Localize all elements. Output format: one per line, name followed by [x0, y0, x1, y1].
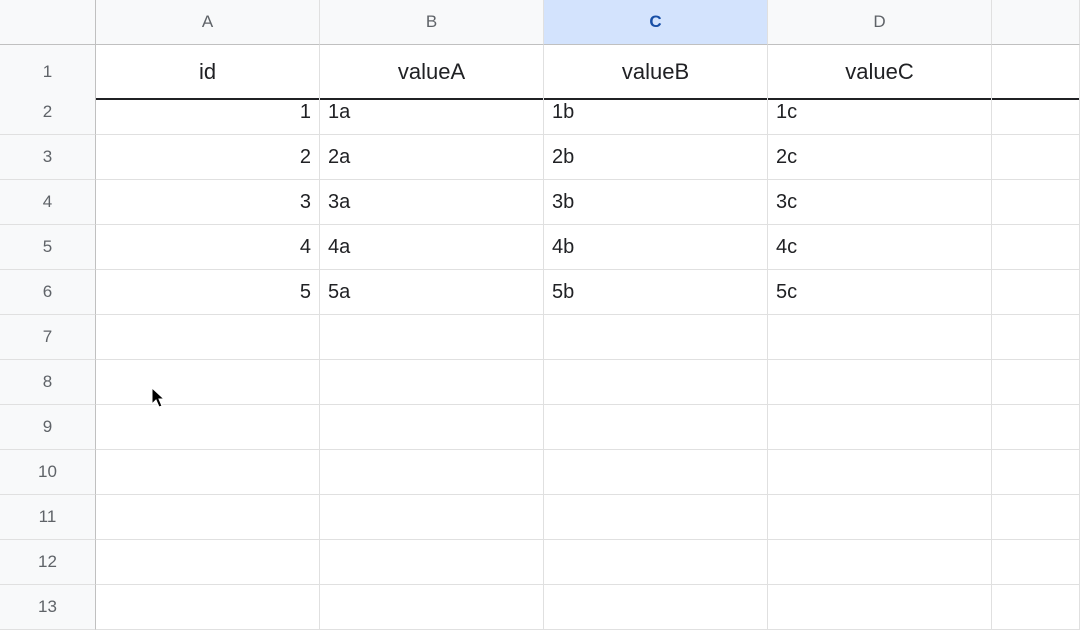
row-header-7[interactable]: 7 [0, 315, 96, 360]
cell-C7[interactable] [544, 315, 768, 360]
cell-E6[interactable] [992, 270, 1080, 315]
cell-A12[interactable] [96, 540, 320, 585]
cell-E4[interactable] [992, 180, 1080, 225]
cell-A3[interactable]: 2 [96, 135, 320, 180]
column-header-C[interactable]: C [544, 0, 768, 45]
cell-D6[interactable]: 5c [768, 270, 992, 315]
cell-C4[interactable]: 3b [544, 180, 768, 225]
cell-E11[interactable] [992, 495, 1080, 540]
row-header-5[interactable]: 5 [0, 225, 96, 270]
cell-D11[interactable] [768, 495, 992, 540]
column-header-E[interactable] [992, 0, 1080, 45]
cell-A10[interactable] [96, 450, 320, 495]
row-header-9[interactable]: 9 [0, 405, 96, 450]
cell-D9[interactable] [768, 405, 992, 450]
cell-A8[interactable] [96, 360, 320, 405]
cell-E7[interactable] [992, 315, 1080, 360]
cell-B9[interactable] [320, 405, 544, 450]
row-header-6[interactable]: 6 [0, 270, 96, 315]
row-header-8[interactable]: 8 [0, 360, 96, 405]
cell-B10[interactable] [320, 450, 544, 495]
cell-C10[interactable] [544, 450, 768, 495]
cell-A13[interactable] [96, 585, 320, 630]
cell-C12[interactable] [544, 540, 768, 585]
cell-D7[interactable] [768, 315, 992, 360]
cell-A9[interactable] [96, 405, 320, 450]
cell-C3[interactable]: 2b [544, 135, 768, 180]
select-all-corner[interactable] [0, 0, 96, 45]
cell-C2[interactable]: 1b [544, 90, 768, 135]
cell-D5[interactable]: 4c [768, 225, 992, 270]
cell-D10[interactable] [768, 450, 992, 495]
cell-B2[interactable]: 1a [320, 90, 544, 135]
cell-B5[interactable]: 4a [320, 225, 544, 270]
cell-D3[interactable]: 2c [768, 135, 992, 180]
row-header-11[interactable]: 11 [0, 495, 96, 540]
column-header-B[interactable]: B [320, 0, 544, 45]
cell-D12[interactable] [768, 540, 992, 585]
cell-B6[interactable]: 5a [320, 270, 544, 315]
cell-A5[interactable]: 4 [96, 225, 320, 270]
cell-B7[interactable] [320, 315, 544, 360]
row-header-10[interactable]: 10 [0, 450, 96, 495]
cell-E5[interactable] [992, 225, 1080, 270]
cell-A6[interactable]: 5 [96, 270, 320, 315]
column-header-D[interactable]: D [768, 0, 992, 45]
cell-E3[interactable] [992, 135, 1080, 180]
cell-C8[interactable] [544, 360, 768, 405]
cell-B4[interactable]: 3a [320, 180, 544, 225]
cell-E12[interactable] [992, 540, 1080, 585]
cell-E10[interactable] [992, 450, 1080, 495]
cell-C11[interactable] [544, 495, 768, 540]
cell-D8[interactable] [768, 360, 992, 405]
cell-D4[interactable]: 3c [768, 180, 992, 225]
cell-E2[interactable] [992, 90, 1080, 135]
cell-A4[interactable]: 3 [96, 180, 320, 225]
row-header-12[interactable]: 12 [0, 540, 96, 585]
cell-C6[interactable]: 5b [544, 270, 768, 315]
cell-B3[interactable]: 2a [320, 135, 544, 180]
cell-A7[interactable] [96, 315, 320, 360]
row-header-4[interactable]: 4 [0, 180, 96, 225]
cell-B12[interactable] [320, 540, 544, 585]
spreadsheet-grid[interactable]: A B C D 1 id valueA valueB valueC 2 1 1a… [0, 0, 1080, 630]
row-header-3[interactable]: 3 [0, 135, 96, 180]
row-header-2[interactable]: 2 [0, 90, 96, 135]
cell-E13[interactable] [992, 585, 1080, 630]
row-header-13[interactable]: 13 [0, 585, 96, 630]
cell-B8[interactable] [320, 360, 544, 405]
cell-C9[interactable] [544, 405, 768, 450]
cell-C13[interactable] [544, 585, 768, 630]
cell-B13[interactable] [320, 585, 544, 630]
cell-A11[interactable] [96, 495, 320, 540]
cell-C5[interactable]: 4b [544, 225, 768, 270]
cell-D13[interactable] [768, 585, 992, 630]
cell-B11[interactable] [320, 495, 544, 540]
column-header-A[interactable]: A [96, 0, 320, 45]
cell-E9[interactable] [992, 405, 1080, 450]
cell-E8[interactable] [992, 360, 1080, 405]
cell-D2[interactable]: 1c [768, 90, 992, 135]
cell-A2[interactable]: 1 [96, 90, 320, 135]
